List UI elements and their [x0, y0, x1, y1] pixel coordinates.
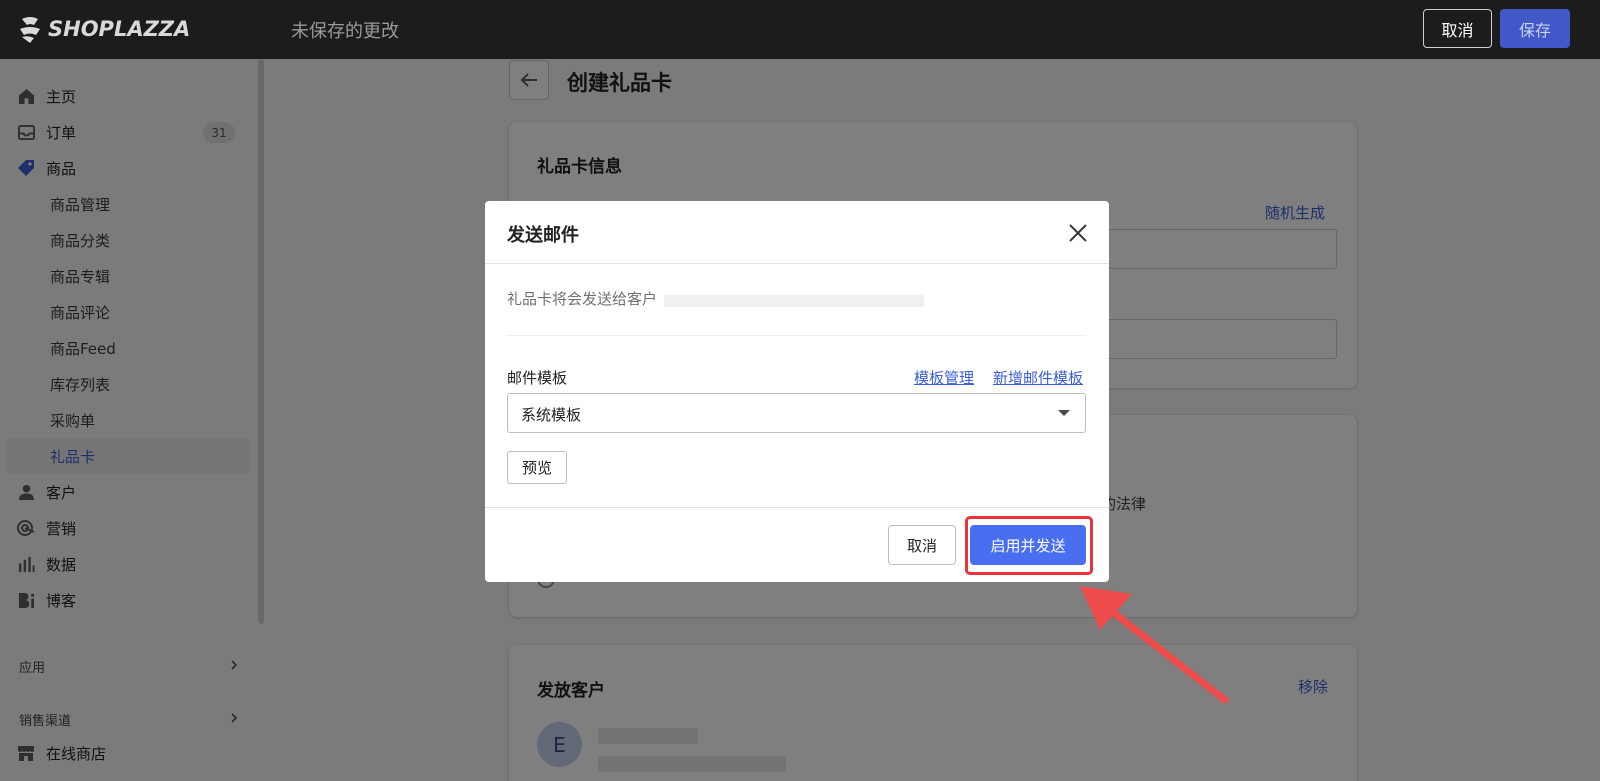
template-management-link[interactable]: 模板管理 — [914, 367, 974, 388]
unsaved-changes-label: 未保存的更改 — [291, 21, 399, 42]
email-template-label: 邮件模板 — [507, 369, 568, 387]
close-icon[interactable] — [1066, 221, 1090, 245]
send-to-customer-text: 礼品卡将会发送给客户 — [507, 290, 658, 308]
divider — [485, 507, 1109, 508]
brand-name: SHOPLAZZA — [48, 17, 191, 41]
annotation-arrow-icon — [1080, 586, 1229, 704]
modal-cancel-button[interactable]: 取消 — [888, 525, 956, 565]
shoplazza-logo-icon — [20, 17, 40, 43]
new-email-template-link[interactable]: 新增邮件模板 — [993, 367, 1083, 388]
divider — [485, 263, 1109, 264]
brand-logo[interactable]: SHOPLAZZA — [18, 14, 190, 44]
top-cancel-button[interactable]: 取消 — [1423, 9, 1492, 48]
caret-down-icon — [1058, 410, 1070, 416]
preview-button[interactable]: 预览 — [507, 451, 567, 484]
redacted-customer-email — [664, 295, 924, 307]
selected-template-value: 系统模板 — [521, 406, 582, 424]
modal-title: 发送邮件 — [507, 225, 579, 246]
top-bar: SHOPLAZZA 未保存的更改 取消 保存 — [0, 0, 1600, 59]
top-save-button[interactable]: 保存 — [1500, 9, 1570, 48]
divider — [507, 335, 1086, 336]
highlight-box — [965, 516, 1093, 575]
email-template-select[interactable]: 系统模板 — [507, 393, 1086, 433]
